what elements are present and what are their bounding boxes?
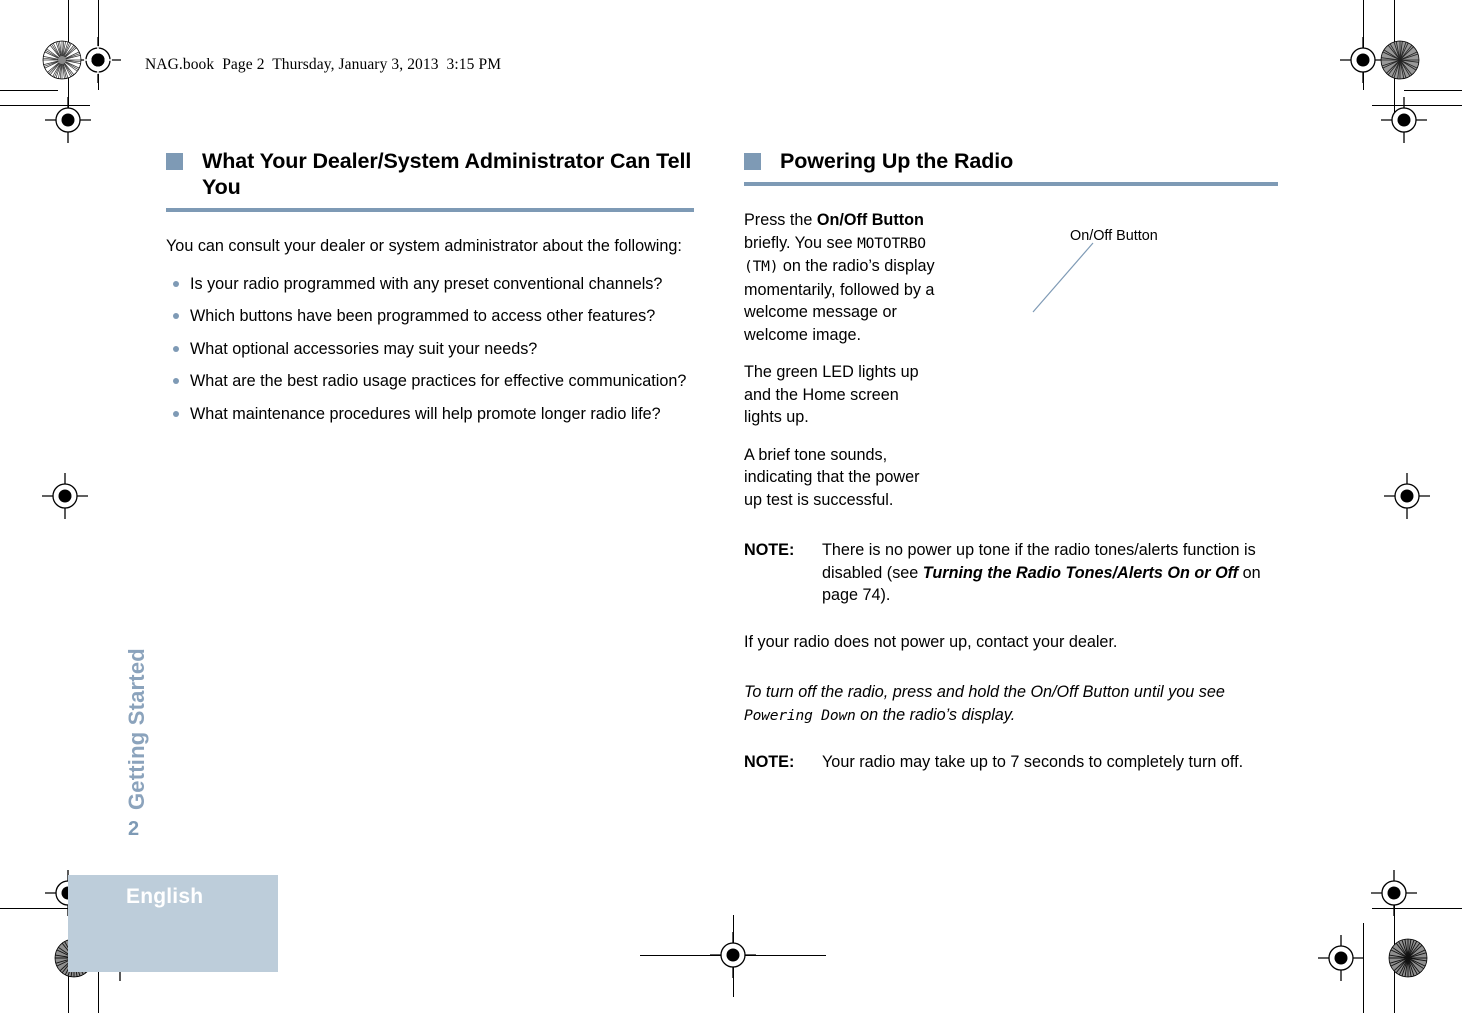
square-bullet-icon xyxy=(744,153,761,170)
footer-language-label: English xyxy=(126,885,204,908)
left-section-heading: What Your Dealer/System Administrator Ca… xyxy=(166,148,694,200)
bullet-dot-icon xyxy=(173,378,179,384)
list-item-text: What optional accessories may suit your … xyxy=(190,339,538,358)
list-item-text: What are the best radio usage practices … xyxy=(190,372,687,390)
turn-off-text-b: on the radio’s display. xyxy=(855,705,1016,724)
left-intro-paragraph: You can consult your dealer or system ad… xyxy=(166,237,682,255)
radio-display-powering-down: Powering Down xyxy=(744,706,856,724)
starburst-target-top-right xyxy=(1380,40,1420,80)
registration-mark-right-middle xyxy=(1384,473,1430,519)
tone-paragraph: A brief tone sounds, indicating that the… xyxy=(744,445,920,509)
chapter-side-tab: Getting Started xyxy=(92,560,149,810)
document-page: NAG.book Page 2 Thursday, January 3, 201… xyxy=(0,0,1462,1013)
registration-mark-bottom-right-inner xyxy=(1318,935,1364,981)
registration-mark-bottom-right xyxy=(1371,870,1417,916)
note-label: NOTE: xyxy=(744,753,795,771)
running-header: NAG.book Page 2 Thursday, January 3, 201… xyxy=(145,56,502,73)
registration-mark-top-left-lower xyxy=(45,97,91,143)
dealer-questions-list: Is your radio programmed with any preset… xyxy=(166,273,694,426)
footer-language-band: English xyxy=(68,875,278,972)
list-item-text: What maintenance procedures will help pr… xyxy=(190,404,661,423)
note-shutdown-time: NOTE: Your radio may take up to 7 seconds… xyxy=(744,751,1278,774)
page-number: 2 xyxy=(128,818,140,840)
chapter-side-tab-text: Getting Started xyxy=(124,648,149,810)
turn-off-text-a: To turn off the radio, press and hold th… xyxy=(744,683,1225,701)
left-heading-rule xyxy=(166,208,694,212)
right-heading-text: Powering Up the Radio xyxy=(780,149,1014,173)
note2-text: Your radio may take up to 7 seconds to c… xyxy=(822,753,1244,771)
square-bullet-icon xyxy=(166,153,183,170)
left-heading-text: What Your Dealer/System Administrator Ca… xyxy=(202,149,692,199)
led-paragraph: The green LED lights up and the Home scr… xyxy=(744,363,919,426)
trim-line-top-left-2 xyxy=(0,90,58,91)
callout-leader-line xyxy=(1032,242,1094,313)
bullet-dot-icon xyxy=(173,410,179,417)
power-up-text-a: Press the xyxy=(744,211,817,229)
note-tones-alerts: NOTE: There is no power up tone if the ra… xyxy=(744,539,1278,607)
power-up-text-b: briefly. You see xyxy=(744,233,858,252)
left-section-header: What Your Dealer/System Administrator Ca… xyxy=(166,148,694,212)
bullet-dot-icon xyxy=(173,345,179,352)
turn-off-paragraph: To turn off the radio, press and hold th… xyxy=(744,681,1278,727)
list-item-text: Is your radio programmed with any preset… xyxy=(190,274,663,293)
right-heading-rule xyxy=(744,182,1278,186)
note-label: NOTE: xyxy=(744,541,795,559)
power-up-paragraph: Press the On/Off Button briefly. You see… xyxy=(744,209,940,346)
cross-reference-link[interactable]: Turning the Radio Tones/Alerts On or Off xyxy=(923,564,1238,582)
list-item: What maintenance procedures will help pr… xyxy=(166,403,694,426)
right-section-header: Powering Up the Radio xyxy=(744,148,1278,186)
starburst-target-top-left xyxy=(42,40,82,80)
trim-line-top-right-2 xyxy=(1404,90,1462,91)
registration-mark-left-middle xyxy=(42,473,88,519)
registration-mark-top-right-lower xyxy=(1381,97,1427,143)
list-item-text: Which buttons have been programmed to ac… xyxy=(190,307,656,325)
registration-mark-bottom-center xyxy=(710,932,756,978)
right-section-heading: Powering Up the Radio xyxy=(744,148,1278,174)
list-item: Which buttons have been programmed to ac… xyxy=(166,305,694,328)
on-off-button-bold: On/Off Button xyxy=(816,211,924,229)
list-item: What are the best radio usage practices … xyxy=(166,370,694,393)
list-item: What optional accessories may suit your … xyxy=(166,338,694,361)
list-item: Is your radio programmed with any preset… xyxy=(166,273,694,296)
right-column: Powering Up the Radio Press the On/Off B… xyxy=(744,148,1278,789)
starburst-target-bottom-right xyxy=(1388,938,1428,978)
contact-dealer-paragraph: If your radio does not power up, contact… xyxy=(744,632,1118,651)
bullet-dot-icon xyxy=(173,280,179,287)
left-column: What Your Dealer/System Administrator Ca… xyxy=(166,148,694,435)
bullet-dot-icon xyxy=(173,313,179,319)
